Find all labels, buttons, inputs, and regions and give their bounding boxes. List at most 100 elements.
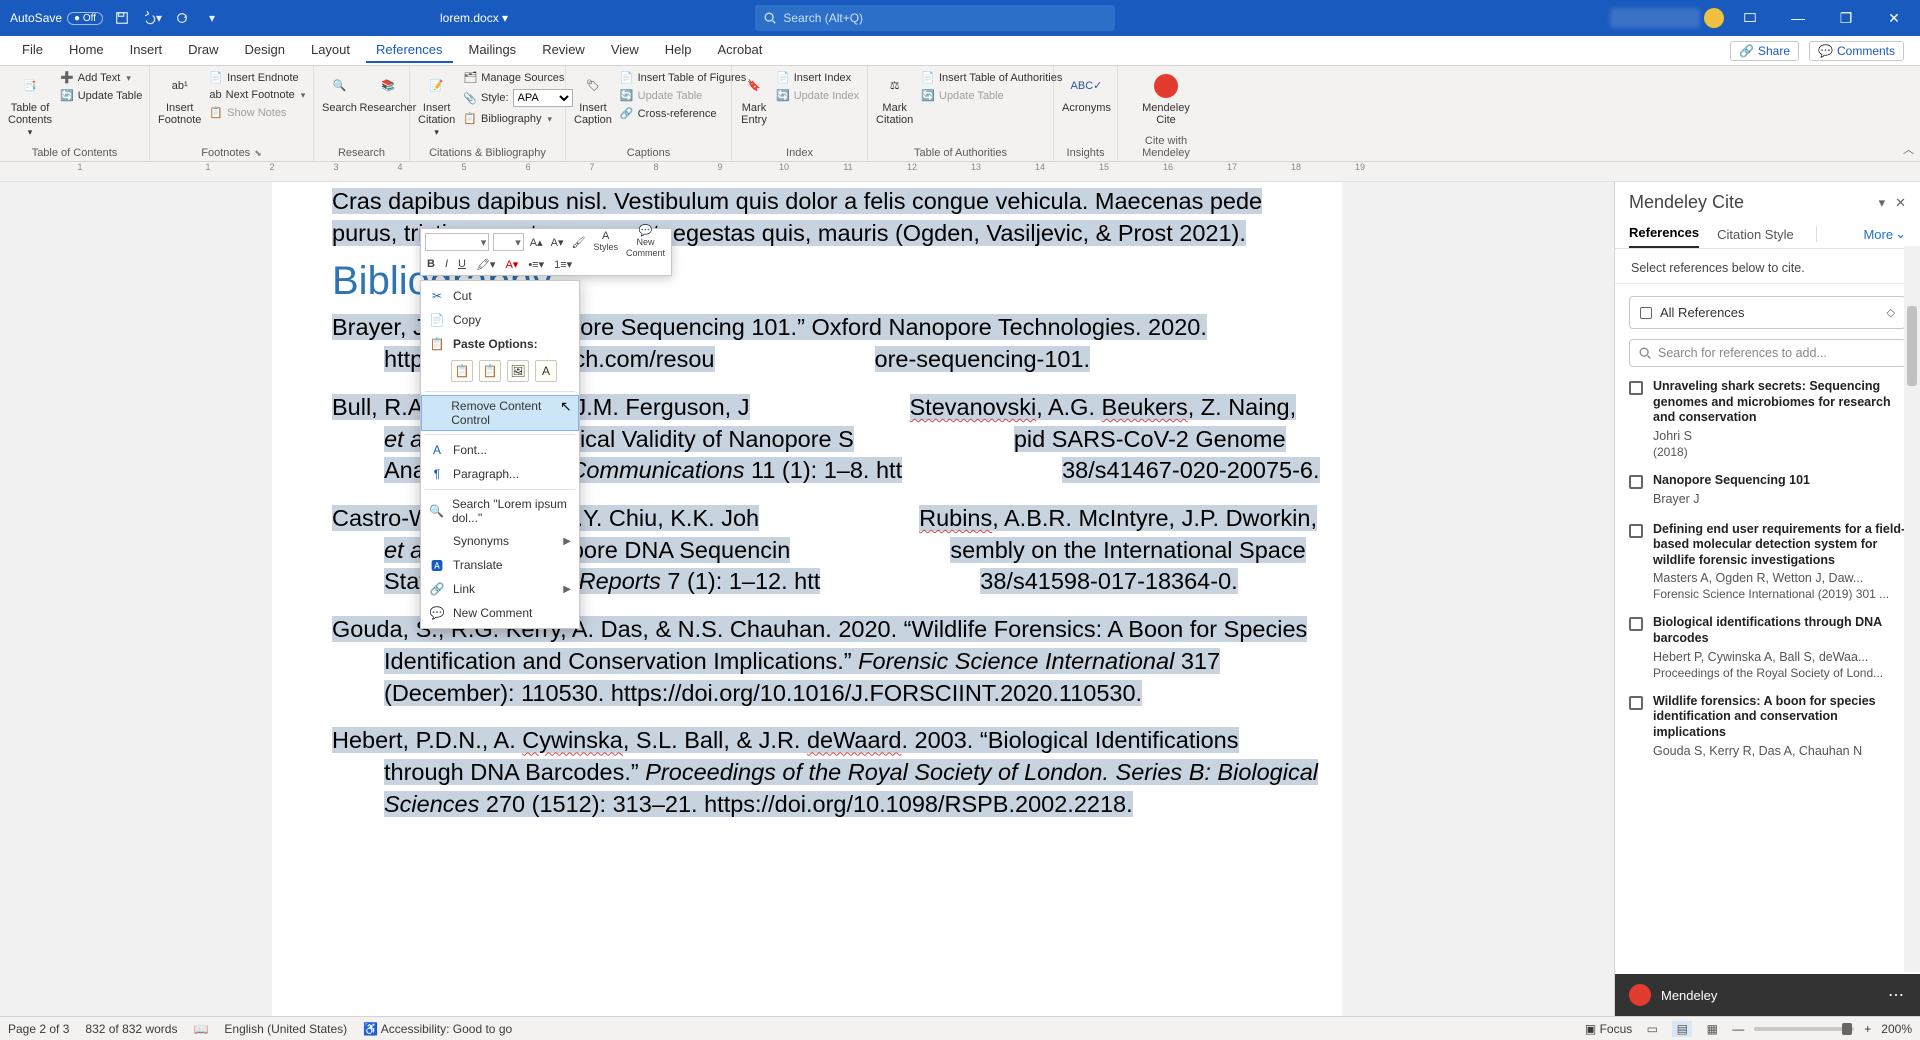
reference-item[interactable]: Wildlife forensics: A boon for species i… — [1629, 694, 1906, 760]
horizontal-ruler[interactable]: 112345678910111213141516171819 — [0, 162, 1920, 182]
citation-style-select[interactable]: 📎 Style: APA — [461, 88, 574, 108]
tab-insert[interactable]: Insert — [120, 38, 173, 63]
paste-text-only-icon[interactable]: A — [535, 360, 557, 382]
reference-item[interactable]: Nanopore Sequencing 101Brayer J — [1629, 473, 1906, 508]
manage-sources-button[interactable]: 🗂 Manage Sources — [461, 70, 574, 85]
new-comment-button[interactable]: 💬New Comment — [624, 226, 667, 259]
maximize-icon[interactable]: ❐ — [1824, 0, 1868, 36]
save-icon[interactable] — [111, 7, 133, 29]
focus-mode-button[interactable]: ▣ Focus — [1585, 1022, 1632, 1036]
tab-home[interactable]: Home — [59, 38, 114, 63]
tab-view[interactable]: View — [601, 38, 649, 63]
tab-help[interactable]: Help — [655, 38, 702, 63]
word-count[interactable]: 832 of 832 words — [85, 1022, 177, 1036]
ctx-translate[interactable]: 🅰Translate — [421, 553, 579, 577]
next-footnote-button[interactable]: ab Next Footnote — [207, 88, 307, 102]
spell-check-icon[interactable]: 📖 — [193, 1022, 208, 1036]
tab-draw[interactable]: Draw — [178, 38, 228, 63]
insert-caption-button[interactable]: 🏷Insert Caption — [574, 70, 612, 126]
reference-search-input[interactable]: Search for references to add... — [1629, 339, 1906, 367]
researcher-button[interactable]: 📚Researcher — [363, 70, 413, 114]
mark-citation-button[interactable]: ⚖Mark Citation — [876, 70, 913, 126]
insert-toa-button[interactable]: 📄 Insert Table of Authorities — [919, 70, 1064, 85]
bibliography-button[interactable]: 📋 Bibliography — [461, 111, 574, 126]
reference-item[interactable]: Unraveling shark secrets: Sequencing gen… — [1629, 379, 1906, 459]
styles-button[interactable]: AStyles — [591, 231, 620, 253]
ctx-paragraph[interactable]: ¶Paragraph... — [421, 462, 579, 486]
tab-review[interactable]: Review — [532, 38, 595, 63]
reference-checkbox[interactable] — [1629, 524, 1643, 538]
all-references-dropdown[interactable]: All References◇ — [1629, 296, 1906, 329]
ctx-link[interactable]: 🔗Link▶ — [421, 577, 579, 601]
add-text-button[interactable]: ➕ Add Text — [58, 70, 144, 85]
customize-qat-icon[interactable]: ▾ — [201, 7, 223, 29]
underline-icon[interactable]: U — [456, 258, 468, 270]
acronyms-button[interactable]: ABC✓Acronyms — [1062, 70, 1111, 114]
increase-font-icon[interactable]: A▴ — [528, 236, 545, 249]
ctx-synonyms[interactable]: Synonyms▶ — [421, 529, 579, 553]
table-of-contents-button[interactable]: 📑Table of Contents▾ — [8, 70, 52, 138]
tab-design[interactable]: Design — [235, 38, 295, 63]
insert-table-of-figures-button[interactable]: 📄 Insert Table of Figures — [618, 70, 748, 85]
ctx-cut[interactable]: ✂Cut — [421, 284, 579, 308]
web-layout-icon[interactable]: ▦ — [1702, 1021, 1722, 1037]
reference-checkbox[interactable] — [1629, 617, 1643, 631]
reference-item[interactable]: Defining end user requirements for a fie… — [1629, 522, 1906, 602]
reference-item[interactable]: Biological identifications through DNA b… — [1629, 615, 1906, 679]
search-box[interactable]: Search (Alt+Q) — [755, 5, 1115, 31]
document-title[interactable]: lorem.docx ▾ — [440, 11, 508, 25]
tab-file[interactable]: File — [12, 38, 53, 63]
paste-merge-icon[interactable]: 📋 — [479, 360, 501, 382]
collapse-ribbon-icon[interactable]: ︿ — [1903, 141, 1914, 157]
decrease-font-icon[interactable]: A▾ — [549, 236, 566, 249]
pane-menu-icon[interactable]: ▾ — [1879, 195, 1886, 211]
mini-toolbar[interactable]: ▾ ▾ A▴ A▾ 🖌 AStyles 💬New Comment B I U 🖍… — [420, 228, 672, 276]
italic-icon[interactable]: I — [443, 258, 450, 270]
read-mode-icon[interactable]: ▭ — [1642, 1021, 1662, 1037]
close-icon[interactable]: ✕ — [1872, 0, 1916, 36]
show-notes-button[interactable]: 📋 Show Notes — [207, 105, 307, 120]
highlight-icon[interactable]: 🖍▾ — [474, 258, 498, 271]
bullets-icon[interactable]: •≡▾ — [526, 258, 546, 271]
font-combo[interactable]: ▾ — [425, 233, 489, 251]
update-index-button[interactable]: 🔄 Update Index — [774, 88, 861, 103]
user-avatar[interactable] — [1704, 8, 1724, 28]
accessibility-indicator[interactable]: ♿ Accessibility: Good to go — [363, 1022, 512, 1036]
ctx-remove-content-control[interactable]: Remove Content Control — [421, 395, 579, 431]
zoom-level[interactable]: 200% — [1881, 1022, 1912, 1036]
pane-tab-citation-style[interactable]: Citation Style — [1717, 227, 1794, 248]
ctx-new-comment[interactable]: 💬New Comment — [421, 601, 579, 625]
tab-layout[interactable]: Layout — [301, 38, 360, 63]
insert-citation-button[interactable]: 📝Insert Citation▾ — [418, 70, 455, 138]
paste-keep-source-icon[interactable]: 📋 — [451, 360, 473, 382]
pane-close-icon[interactable]: ✕ — [1895, 195, 1906, 211]
bold-icon[interactable]: B — [425, 258, 437, 270]
font-color-icon[interactable]: A▾ — [503, 258, 520, 271]
ctx-font[interactable]: AFont... — [421, 438, 579, 462]
user-name[interactable] — [1610, 8, 1700, 28]
autosave-toggle[interactable]: AutoSave ● Off — [10, 11, 103, 25]
ctx-copy[interactable]: 📄Copy — [421, 308, 579, 332]
insert-index-button[interactable]: 📄 Insert Index — [774, 70, 861, 85]
tab-mailings[interactable]: Mailings — [459, 38, 527, 63]
redo-icon[interactable] — [171, 7, 193, 29]
tab-references[interactable]: References — [366, 38, 452, 63]
mark-entry-button[interactable]: 🔖Mark Entry — [740, 70, 768, 126]
mendeley-cite-button[interactable]: Mendeley Cite — [1126, 70, 1206, 126]
pane-more[interactable]: More ⌄ — [1863, 226, 1906, 248]
print-layout-icon[interactable]: ▤ — [1672, 1021, 1692, 1037]
smart-search-button[interactable]: 🔍Search — [322, 70, 357, 114]
update-tof-button[interactable]: 🔄 Update Table — [618, 88, 748, 103]
zoom-in-icon[interactable]: + — [1864, 1022, 1871, 1036]
cross-reference-button[interactable]: 🔗 Cross-reference — [618, 106, 748, 121]
minimize-icon[interactable]: — — [1776, 0, 1820, 36]
insert-endnote-button[interactable]: 📄 Insert Endnote — [207, 70, 307, 85]
reference-checkbox[interactable] — [1629, 696, 1643, 710]
zoom-slider[interactable] — [1754, 1027, 1854, 1031]
share-button[interactable]: 🔗 Share — [1730, 41, 1799, 61]
numbering-icon[interactable]: 1≡▾ — [552, 258, 574, 271]
undo-icon[interactable]: ▾ — [141, 7, 163, 29]
paste-picture-icon[interactable]: 🖼 — [507, 360, 529, 382]
comments-button[interactable]: 💬 Comments — [1809, 41, 1904, 61]
ctx-search[interactable]: 🔍Search "Lorem ipsum dol..." — [421, 493, 579, 529]
